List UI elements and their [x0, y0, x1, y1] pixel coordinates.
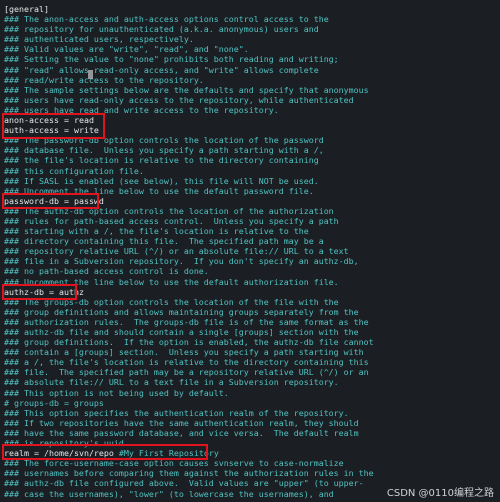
comment-line: ### The force-username-case option cause…: [4, 458, 344, 469]
setting-operator: =: [58, 115, 74, 126]
comment-line: ### Valid values are "write", "read", an…: [4, 44, 249, 55]
setting-line: password-db = passwd: [0, 196, 500, 206]
setting-line: realm = /home/svn/repo #My First Reposit…: [0, 448, 500, 458]
setting-key: auth-access: [4, 125, 59, 136]
setting-key: realm: [4, 448, 29, 459]
comment-line: ### is repository's uuid.: [4, 438, 129, 449]
setting-value: authz: [58, 286, 84, 297]
comment-line: ### repository relative URL (^/) or an a…: [4, 246, 349, 257]
comment-line: ### The groups-db option controls the lo…: [4, 296, 339, 307]
setting-key: authz-db: [4, 286, 44, 297]
comment-line: ### directory containing this file. The …: [4, 236, 324, 247]
comment-line: ### absolute file:// URL to a text file …: [4, 377, 339, 388]
editor-lines: [general] ### The anon-access and auth-ac…: [0, 4, 500, 499]
comment-line: ### read/write access to the repository.: [4, 74, 204, 85]
comment-line: # groups-db = groups: [4, 397, 104, 408]
setting-line: authz-db = authz: [0, 287, 500, 297]
comment-line: ### contain a [groups] section. Unless y…: [4, 347, 364, 358]
comment-line: ### This option specifies the authentica…: [4, 407, 349, 418]
comment-line: ### a /, the file's location is relative…: [4, 357, 369, 368]
section-header-line: [general]: [4, 4, 49, 14]
setting-key: password-db: [4, 195, 59, 206]
comment-line: ### file in a Subversion repository. If …: [4, 256, 359, 267]
setting-operator: =: [58, 195, 74, 206]
comment-line: ### Uncomment the line below to use the …: [4, 276, 339, 287]
comment-line: ### group definitions. If the option is …: [4, 337, 374, 348]
setting-value: /home/svn/repo: [43, 448, 114, 459]
comment-line: ### The sample settings below are the de…: [4, 84, 369, 95]
config-editor[interactable]: [general] ### The anon-access and auth-ac…: [0, 0, 500, 502]
setting-operator: =: [58, 125, 74, 136]
comment-line: ### If two repositories have the same au…: [4, 417, 359, 428]
comment-line: ### usernames before comparing them agai…: [4, 468, 374, 479]
comment-line: ### The authz-db option controls the loc…: [4, 205, 334, 216]
comment-line: ### authenticated users, respectively.: [4, 34, 194, 45]
setting-line: anon-access = read: [0, 115, 500, 125]
comment-line: ### authorization rules. The groups-db f…: [4, 316, 369, 327]
comment-line: ### Uncomment the line below to use the …: [4, 185, 314, 196]
comment-line: ### repository for unauthenticated (a.k.…: [4, 24, 319, 35]
setting-operator: =: [28, 448, 44, 459]
comment-line: ### no path-based access control is done…: [4, 266, 209, 277]
comment-line: ### rules for path-based access control.…: [4, 215, 339, 226]
inline-comment: #My First Repository: [113, 448, 219, 459]
comment-line: ### If SASL is enabled (see below), this…: [4, 175, 319, 186]
setting-key: anon-access: [4, 115, 59, 126]
setting-value: read: [73, 115, 94, 126]
comment-line: ### have the same password database, and…: [4, 427, 359, 438]
text-cursor: [88, 70, 93, 79]
comment-line: ### users have read and write access to …: [4, 104, 279, 115]
comment-line: ### database file. Unless you specify a …: [4, 145, 324, 156]
comment-line: ### the file's location is relative to t…: [4, 155, 319, 166]
comment-line: ### Setting the value to "none" prohibit…: [4, 54, 339, 65]
comment-line: ### file. The specified path may be a re…: [4, 367, 369, 378]
comment-line: ### group definitions and allows maintai…: [4, 306, 359, 317]
setting-operator: =: [43, 286, 59, 297]
setting-value: passwd: [73, 195, 104, 206]
watermark: CSDN @0110编程之路: [386, 488, 494, 499]
comment-line: ### "read" allows read-only access, and …: [4, 64, 319, 75]
comment-line: ### users have read-only access to the r…: [4, 94, 354, 105]
comment-line: ### starting with a /, the file's locati…: [4, 226, 309, 237]
comment-line: ### The anon-access and auth-access opti…: [4, 14, 329, 25]
comment-line: ### this configuration file.: [4, 165, 144, 176]
setting-value: write: [73, 125, 99, 136]
comment-line: ### The password-db option controls the …: [4, 135, 324, 146]
comment-line: ### This option is not being used by def…: [4, 387, 229, 398]
setting-line: auth-access = write: [0, 125, 500, 135]
comment-line: ### authz-db file and should contain a s…: [4, 327, 359, 337]
